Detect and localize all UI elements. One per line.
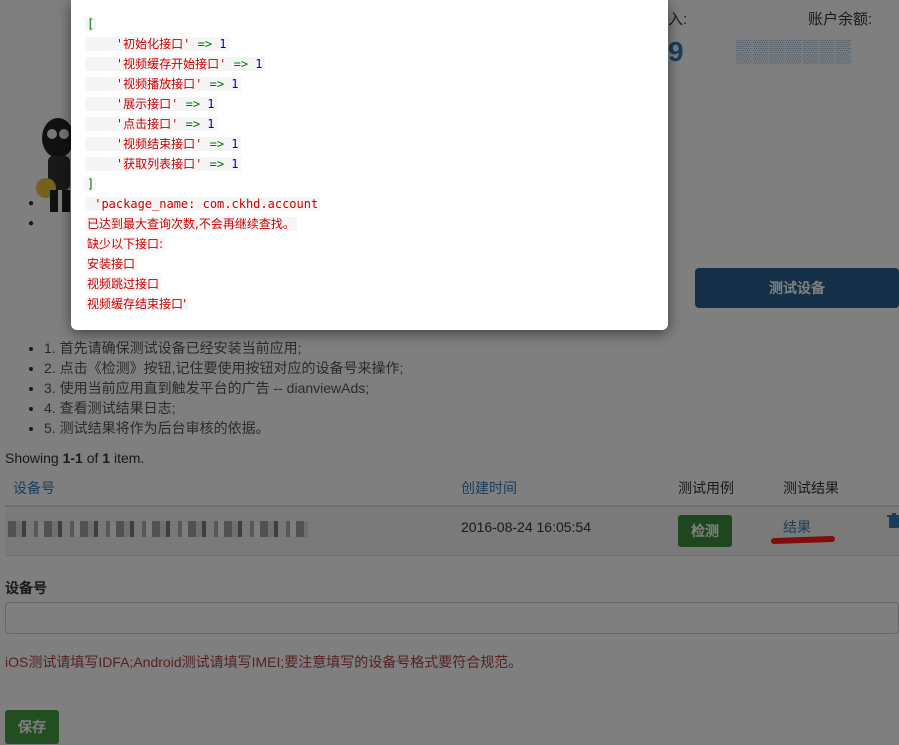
- result-modal: [ '初始化接口' => 1 '视频缓存开始接口' => 1 '视频播放接口' …: [71, 0, 668, 330]
- arrow: =>: [209, 77, 225, 91]
- api-key: '初始化接口': [115, 37, 191, 51]
- message-line: 'package_name: com.ckhd.account: [85, 197, 321, 211]
- close-bracket: ]: [85, 177, 97, 191]
- message-line: 已达到最大查询次数,不会再继续查找。: [85, 217, 297, 231]
- api-value: 1: [207, 117, 215, 131]
- arrow: =>: [185, 97, 201, 111]
- page: 入: 账户余额: 9 ▒▒▒▒▒▒▒ ● ● 测试设备 1. 首先请确保测试设备…: [0, 0, 899, 745]
- api-value: 1: [231, 77, 239, 91]
- arrow: =>: [209, 137, 225, 151]
- api-key: '点击接口': [115, 117, 179, 131]
- api-key: '视频缓存开始接口': [115, 57, 227, 71]
- message-line: 视频缓存结束接口': [85, 297, 189, 311]
- api-key: '展示接口': [115, 97, 179, 111]
- api-key: '视频结束接口': [115, 137, 203, 151]
- arrow: =>: [197, 37, 213, 51]
- api-value: 1: [255, 57, 263, 71]
- arrow: =>: [209, 157, 225, 171]
- api-value: 1: [231, 157, 239, 171]
- message-line: 安装接口: [85, 257, 138, 271]
- arrow: =>: [185, 117, 201, 131]
- arrow: =>: [233, 57, 249, 71]
- api-key: '视频播放接口': [115, 77, 203, 91]
- api-value: 1: [207, 97, 215, 111]
- api-key: '获取列表接口': [115, 157, 203, 171]
- message-line: 缺少以下接口:: [85, 237, 166, 251]
- open-bracket: [: [85, 17, 97, 31]
- result-log: [ '初始化接口' => 1 '视频缓存开始接口' => 1 '视频播放接口' …: [85, 14, 321, 314]
- api-value: 1: [231, 137, 239, 151]
- message-line: 视频跳过接口: [85, 277, 162, 291]
- api-value: 1: [219, 37, 227, 51]
